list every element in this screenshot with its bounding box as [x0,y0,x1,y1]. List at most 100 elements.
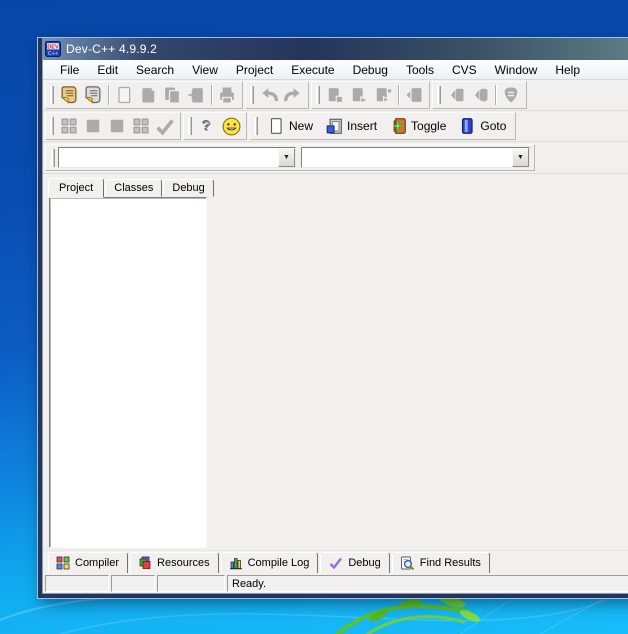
add-square-button[interactable] [81,114,105,138]
class-combo[interactable]: ▼ [301,147,530,168]
save-all-button[interactable] [160,83,184,107]
tab-compile-log-label: Compile Log [248,557,310,569]
tab-project[interactable]: Project [48,178,104,198]
band-grip[interactable] [50,86,54,104]
members-grid-button[interactable] [57,114,81,138]
menu-view[interactable]: View [183,61,227,79]
menu-search[interactable]: Search [127,61,183,79]
toggle-label: Toggle [411,119,446,133]
toolbar-band-bookmarks: New Insert [249,112,516,140]
insert-icon [325,117,343,135]
tab-compiler[interactable]: Compiler [48,552,128,574]
compile-icon [325,85,345,105]
print-icon [217,85,237,105]
band-grip[interactable] [50,117,54,135]
close-file-button[interactable] [184,83,208,107]
titlebar[interactable]: DEV C++ Dev-C++ 4.9.9.2 [42,38,628,60]
new-file-button[interactable] [112,83,136,107]
toolbar-band-file [45,81,243,109]
class-combo-dropdown-button[interactable]: ▼ [512,148,529,167]
debug-check-icon [328,556,343,570]
units-grid-icon [131,116,151,136]
toggle-button[interactable]: Toggle [383,114,452,138]
new-source-button[interactable]: New [261,114,319,138]
profile-button[interactable] [468,83,492,107]
toolbar-band-edit [245,81,309,109]
tab-resources[interactable]: Resources [130,552,219,574]
toolbar-separator [398,85,399,105]
remove-square-button[interactable] [105,114,129,138]
menu-execute[interactable]: Execute [282,61,343,79]
goto-bookmark-icon [458,117,476,135]
goto-label: Goto [480,119,506,133]
menu-window[interactable]: Window [486,61,547,79]
compile-button[interactable] [323,83,347,107]
menu-file[interactable]: File [51,61,88,79]
band-grip[interactable] [188,117,192,135]
menu-cvs[interactable]: CVS [443,61,486,79]
tab-debug[interactable]: Debug [163,179,213,197]
insert-button[interactable]: Insert [319,114,383,138]
left-panel-tabs: Project Classes Debug [48,177,215,197]
help-question-button[interactable]: ? [195,114,219,138]
tab-classes[interactable]: Classes [105,179,162,197]
open-file-icon [83,85,103,105]
open-button[interactable] [57,83,81,107]
save-button[interactable] [136,83,160,107]
new-source-label: New [289,119,313,133]
new-file-icon [114,85,134,105]
debug-button[interactable] [444,83,468,107]
help-question-icon: ? [202,118,211,135]
toolbar-combos: ▼ ▼ [43,142,628,174]
about-button[interactable] [219,114,243,138]
members-grid-icon [59,116,79,136]
tab-find-results[interactable]: Find Results [392,552,490,574]
tab-compile-log[interactable]: Compile Log [221,552,319,574]
goto-button[interactable]: Goto [452,114,512,138]
band-grip[interactable] [254,117,258,135]
menu-tools[interactable]: Tools [397,61,443,79]
units-grid-button[interactable] [129,114,153,138]
add-square-icon [83,116,103,136]
band-grip[interactable] [250,86,254,104]
band-grip[interactable] [316,86,320,104]
remove-square-icon [107,116,127,136]
help-icon [501,85,521,105]
compiler-combo[interactable]: ▼ [58,147,296,168]
menu-edit[interactable]: Edit [88,61,127,79]
rebuild-icon [404,85,424,105]
compile-run-button[interactable] [371,83,395,107]
redo-button[interactable] [281,83,305,107]
band-grip[interactable] [51,149,55,167]
tab-debug-bottom[interactable]: Debug [320,552,389,574]
devcpp-window: DEV C++ Dev-C++ 4.9.9.2 File Edit Search… [38,38,628,598]
menu-debug[interactable]: Debug [344,61,397,79]
open-icon [59,85,79,105]
svg-text:DEV: DEV [47,44,59,50]
menu-help[interactable]: Help [546,61,589,79]
undo-button[interactable] [257,83,281,107]
undo-icon [258,85,280,105]
check-icon [154,116,176,136]
insert-label: Insert [347,119,377,133]
bottom-panel-tabs: Compiler Resources Compile Log [43,550,628,573]
compiler-combo-value [59,148,278,167]
devcpp-logo-icon[interactable]: DEV C++ [45,41,61,57]
profile-icon [470,85,490,105]
toolbar-band-help: ? [183,112,247,140]
band-grip[interactable] [437,86,441,104]
toolbar-separator [495,85,496,105]
new-source-icon [267,117,285,135]
menu-project[interactable]: Project [227,61,282,79]
rebuild-button[interactable] [402,83,426,107]
help-button[interactable] [499,83,523,107]
about-smiley-icon [221,116,242,137]
check-button[interactable] [153,114,177,138]
open-file-button[interactable] [81,83,105,107]
run-button[interactable] [347,83,371,107]
print-button[interactable] [215,83,239,107]
compile-log-chart-icon [229,556,243,570]
toolbar-band-debug [432,81,527,109]
compiler-combo-dropdown-button[interactable]: ▼ [278,148,295,167]
project-tree-panel[interactable] [49,197,207,548]
